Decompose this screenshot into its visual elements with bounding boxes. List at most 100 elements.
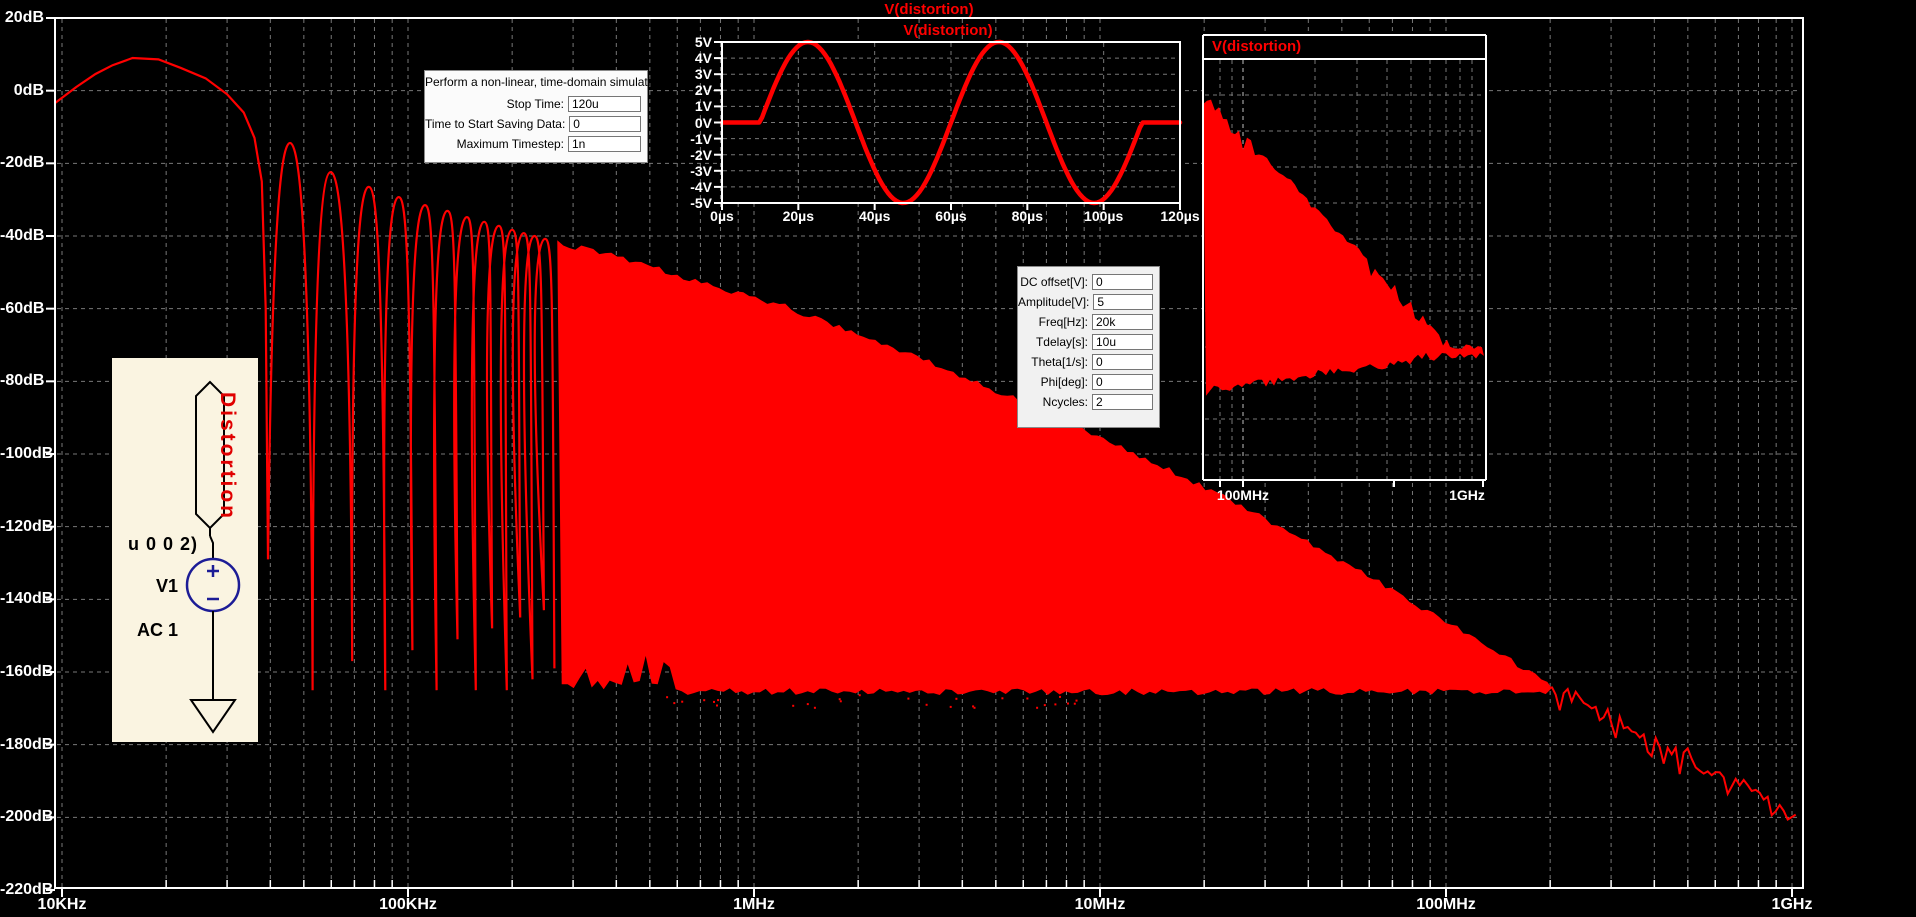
noise-dot: [1044, 704, 1046, 706]
sine-params-dialog-row: Theta[1/s]:0: [1018, 354, 1159, 370]
ncycles-input[interactable]: 2: [1092, 394, 1153, 410]
noise-dot: [703, 699, 705, 701]
time-inset: [714, 42, 1180, 210]
sine-params-dialog-row: Amplitude[V]:5: [1018, 294, 1159, 310]
time-inset-y-tick-label: 3V: [674, 66, 712, 82]
phi-input[interactable]: 0: [1092, 374, 1153, 390]
main-y-tick-label: -40dB: [0, 227, 44, 245]
transient-sim-dialog: Perform a non-linear, time-domain simula…: [424, 70, 648, 163]
main-y-tick-label: -180dB: [0, 736, 44, 754]
main-x-tick-label: 1GHz: [1772, 896, 1813, 914]
main-y-tick-label: -160dB: [0, 663, 44, 681]
main-y-tick-label: -140dB: [0, 590, 44, 608]
noise-dot: [1036, 707, 1038, 709]
dc-offset-input[interactable]: 0: [1092, 274, 1153, 290]
plot-canvas: [0, 0, 1916, 917]
schematic-panel[interactable]: Distortion u 0 0 2) V1 AC 1: [112, 358, 258, 742]
transient-sim-dialog-row: Time to Start Saving Data: 0: [425, 116, 647, 132]
net-label-text[interactable]: Distortion: [216, 392, 239, 518]
main-fft-tail: [1552, 687, 1796, 820]
spice-directive-fragment[interactable]: u 0 0 2): [128, 534, 198, 555]
noise-dot: [673, 702, 675, 704]
main-y-tick-label: -200dB: [0, 808, 44, 826]
tdelay-input[interactable]: 10u: [1092, 334, 1153, 350]
dc-offset-label: DC offset[V]:: [1020, 275, 1088, 289]
stop-time-input[interactable]: 120u: [568, 96, 641, 112]
noise-dot: [681, 701, 683, 703]
noise-dot: [716, 705, 718, 707]
noise-dot: [792, 705, 794, 707]
start-saving-time-label: Time to Start Saving Data:: [425, 117, 565, 131]
main-x-tick-label: 1MHz: [733, 896, 775, 914]
time-inset-y-tick-label: 2V: [674, 82, 712, 98]
time-inset-y-tick-label: 5V: [674, 34, 712, 50]
main-y-tick-label: 20dB: [0, 9, 44, 27]
ground-arrow-icon: [191, 700, 235, 732]
sine-params-dialog-rows: DC offset[V]: 0 Amplitude[V]:5 Freq[Hz]: 20k…: [1018, 274, 1159, 410]
time-inset-x-tick-label: 100µs: [1084, 208, 1123, 224]
time-inset-x-tick-label: 0µs: [710, 208, 734, 224]
noise-dot: [972, 705, 974, 707]
transient-sim-dialog-row: Maximum Timestep:1n: [425, 136, 647, 152]
noise-dot: [713, 701, 715, 703]
sine-params-dialog-row: Tdelay[s]:10u: [1018, 334, 1159, 350]
theta-input[interactable]: 0: [1092, 354, 1153, 370]
main-y-tick-label: -20dB: [0, 154, 44, 172]
time-inset-y-tick-label: 0V: [674, 115, 712, 131]
freq-label: Freq[Hz]:: [1039, 315, 1088, 329]
time-inset-y-tick-label: -2V: [674, 147, 712, 163]
noise-dot: [1026, 698, 1028, 700]
transient-sim-dialog-row: Stop Time: 120u: [425, 96, 647, 112]
time-inset-y-tick-label: -3V: [674, 163, 712, 179]
main-y-tick-label: -120dB: [0, 518, 44, 536]
noise-dot: [1074, 703, 1076, 705]
noise-dot: [839, 698, 841, 700]
main-plot-title[interactable]: V(distortion): [884, 1, 973, 18]
time-inset-title[interactable]: V(distortion): [903, 22, 992, 39]
time-inset-y-tick-label: -4V: [674, 179, 712, 195]
freq-inset-title[interactable]: V(distortion): [1212, 38, 1301, 55]
ncycles-label: Ncycles:: [1043, 395, 1088, 409]
component-value[interactable]: AC 1: [137, 620, 178, 641]
noise-dot: [1067, 703, 1069, 705]
noise-dot: [807, 703, 809, 705]
noise-dot: [926, 704, 928, 706]
main-y-tick-label: 0dB: [0, 82, 44, 100]
freq-inset: [1203, 35, 1486, 487]
start-saving-time-input[interactable]: 0: [569, 116, 641, 132]
time-inset-y-tick-label: 1V: [674, 98, 712, 114]
noise-dot: [814, 707, 816, 709]
time-inset-y-tick-label: 4V: [674, 50, 712, 66]
component-designator[interactable]: V1: [156, 576, 178, 597]
phi-label: Phi[deg]:: [1041, 375, 1088, 389]
main-x-tick-label: 100KHz: [379, 896, 437, 914]
ltspice-window: V(distortion) V(distortion) V(distortion…: [0, 0, 1916, 917]
amplitude-input[interactable]: 5: [1093, 294, 1153, 310]
noise-dot: [955, 698, 957, 700]
max-timestep-input[interactable]: 1n: [568, 136, 641, 152]
time-inset-y-tick-label: -1V: [674, 131, 712, 147]
main-y-tick-label: -60dB: [0, 300, 44, 318]
main-x-tick-label: 10MHz: [1075, 896, 1126, 914]
noise-dot: [1001, 697, 1003, 699]
main-x-tick-label: 10KHz: [38, 896, 87, 914]
sine-params-dialog-row: DC offset[V]: 0: [1018, 274, 1159, 290]
main-y-tick-label: -80dB: [0, 372, 44, 390]
transient-sim-dialog-title: Perform a non-linear, time-domain simula…: [425, 75, 647, 89]
wire: [210, 536, 213, 559]
freq-input[interactable]: 20k: [1092, 314, 1153, 330]
freq-inset-x-tick-label: 1GHz: [1449, 487, 1485, 503]
sine-params-dialog-row: Phi[deg]: 0: [1018, 374, 1159, 390]
time-inset-x-tick-label: 60µs: [935, 208, 966, 224]
transient-sim-dialog-rows: Stop Time:120uTime to Start Saving Data:…: [425, 96, 647, 152]
time-inset-y-tick-label: -5V: [674, 195, 712, 211]
noise-dot: [950, 706, 952, 708]
noise-dot: [1054, 703, 1056, 705]
noise-dot: [907, 698, 909, 700]
sine-params-dialog: DC offset[V]: 0 Amplitude[V]:5 Freq[Hz]: 20k…: [1017, 266, 1160, 428]
time-inset-x-tick-label: 40µs: [859, 208, 890, 224]
time-inset-x-tick-label: 120µs: [1160, 208, 1199, 224]
noise-dot: [1059, 696, 1061, 698]
noise-dot: [666, 696, 668, 698]
stop-time-label: Stop Time:: [507, 97, 564, 111]
